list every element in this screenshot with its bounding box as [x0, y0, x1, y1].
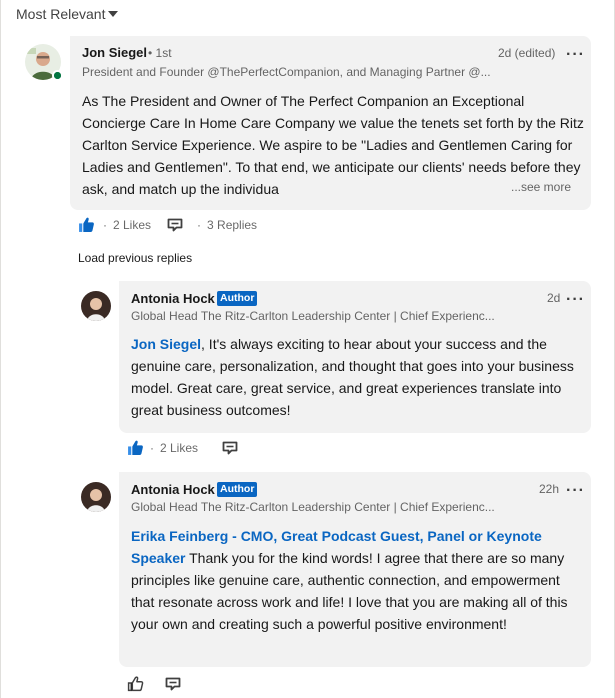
replies-count[interactable]: 3 Replies: [207, 218, 257, 232]
sort-dropdown[interactable]: Most Relevant: [16, 6, 119, 22]
reply-button[interactable]: [167, 218, 183, 232]
thumbs-up-icon: [128, 440, 143, 455]
reply-actions: [127, 675, 181, 692]
reply-button[interactable]: [222, 441, 238, 455]
speech-bubble-icon: [222, 441, 238, 454]
speech-bubble-icon: [167, 218, 183, 231]
more-options-icon[interactable]: ···: [566, 483, 585, 499]
like-button[interactable]: [78, 216, 95, 233]
author-badge: Author: [217, 482, 258, 497]
reply-author[interactable]: Antonia Hock: [131, 291, 215, 306]
speech-bubble-icon: [165, 677, 181, 690]
reply-body: Thank you for the kind words! I agree th…: [131, 550, 568, 632]
comment-time: 2d (edited): [498, 46, 556, 60]
sort-label: Most Relevant: [16, 6, 106, 22]
avatar[interactable]: [81, 291, 111, 321]
person-avatar-icon: [81, 482, 111, 512]
reply-headline: Global Head The Ritz-Carlton Leadership …: [131, 500, 495, 514]
reply-time: 2d: [547, 291, 561, 305]
separator: ·: [150, 440, 154, 455]
likes-count[interactable]: 2 Likes: [113, 218, 151, 232]
online-status-icon: [52, 70, 63, 81]
reply-text: Erika Feinberg - CMO, Great Podcast Gues…: [131, 525, 583, 635]
likes-count[interactable]: 2 Likes: [160, 441, 198, 455]
see-more-link[interactable]: ...see more: [507, 180, 576, 194]
person-avatar-icon: [81, 291, 111, 321]
reply-text: Jon Siegel, It's always exciting to hear…: [131, 333, 583, 421]
caret-down-icon: [108, 11, 119, 17]
reply-actions: · 2 Likes: [127, 439, 238, 456]
like-button[interactable]: [127, 439, 144, 456]
thumbs-up-outline-icon: [127, 676, 144, 692]
mention-link[interactable]: Jon Siegel: [131, 336, 201, 352]
thumbs-up-icon: [79, 217, 94, 232]
author-headline: President and Founder @ThePerfectCompani…: [82, 65, 491, 79]
separator: ·: [197, 217, 202, 232]
comment-actions: · 2 Likes · 3 Replies: [78, 216, 257, 233]
reply-author[interactable]: Antonia Hock: [131, 482, 215, 497]
load-previous-replies[interactable]: Load previous replies: [78, 251, 192, 265]
more-options-icon[interactable]: ···: [566, 47, 585, 63]
like-button[interactable]: [127, 675, 144, 692]
author-badge: Author: [217, 291, 258, 306]
comments-panel: Most Relevant Jon Siegel • 1st President…: [0, 0, 615, 698]
reply-button[interactable]: [165, 677, 181, 691]
reply-headline: Global Head The Ritz-Carlton Leadership …: [131, 309, 495, 323]
avatar[interactable]: [81, 482, 111, 512]
connection-degree: • 1st: [148, 46, 172, 60]
more-options-icon[interactable]: ···: [566, 292, 585, 308]
reply-time: 22h: [539, 482, 560, 496]
separator: ·: [103, 217, 107, 232]
comment-author[interactable]: Jon Siegel: [82, 45, 147, 60]
